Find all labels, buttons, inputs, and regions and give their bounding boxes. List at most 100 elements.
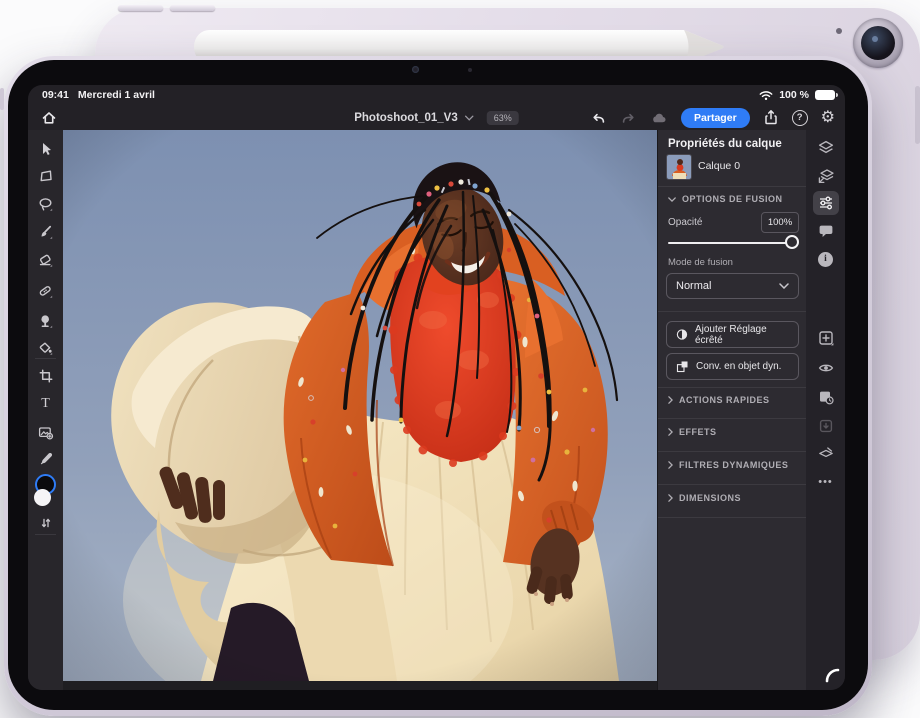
chevron-down-icon (465, 115, 474, 121)
blend-mode-label: Mode de fusion (668, 257, 733, 268)
opacity-slider-track[interactable] (668, 242, 797, 244)
canvas-area[interactable] (63, 130, 657, 690)
section-quick-actions[interactable]: ACTIONS RAPIDES (668, 395, 770, 405)
layer-name[interactable]: Calque 0 (698, 160, 740, 172)
redo-icon[interactable] (620, 110, 637, 126)
cloud-sync-icon[interactable] (650, 110, 668, 126)
wifi-icon (759, 90, 773, 101)
flatten-icon (817, 444, 835, 462)
info-button[interactable]: i (813, 247, 839, 271)
canvas-photo[interactable] (63, 130, 657, 681)
tool-divider (35, 358, 56, 359)
blend-options-header[interactable]: OPTIONS DE FUSION (668, 194, 783, 204)
add-adjustment-label: Ajouter Réglage écrêté (695, 324, 789, 346)
tool-move[interactable] (34, 137, 58, 161)
brush-tool-icon (37, 224, 54, 241)
visibility-button[interactable] (813, 356, 839, 380)
flatten-button[interactable] (813, 441, 839, 465)
swap-colors-icon (39, 516, 53, 530)
zoom-level-badge[interactable]: 63% (487, 111, 519, 125)
tool-brush[interactable] (34, 220, 58, 244)
tool-place-photo[interactable] (34, 420, 58, 444)
panel-divider (658, 484, 807, 485)
panel-title: Propriétés du calque (668, 138, 782, 150)
help-button[interactable]: ? (792, 110, 808, 126)
more-options-button[interactable]: ••• (813, 470, 839, 494)
layer-row[interactable] (666, 154, 692, 180)
tool-type[interactable]: T (34, 392, 58, 416)
tool-fill[interactable] (34, 336, 58, 360)
layer-thumbnail (666, 154, 692, 180)
status-bar: 09:41 Mercredi 1 avril 100 % (28, 85, 845, 105)
move-tool-icon (38, 141, 54, 157)
comment-bubble-icon (817, 222, 835, 240)
back-camera-lens (861, 26, 895, 60)
add-clipped-adjustment-button[interactable]: Ajouter Réglage écrêté (666, 321, 799, 348)
masked-layer-icon (817, 388, 835, 406)
layers-icon (817, 139, 835, 157)
chevron-right-icon (668, 428, 673, 436)
section-dimensions[interactable]: DIMENSIONS (668, 493, 741, 503)
lasso-tool-icon (37, 196, 54, 213)
opacity-slider-knob[interactable] (785, 235, 799, 249)
date: Mercredi 1 avril (78, 89, 155, 101)
blend-mode-value: Normal (676, 280, 711, 292)
tool-divider (35, 534, 56, 535)
properties-sliders-icon (817, 194, 835, 212)
chevron-right-icon (668, 396, 673, 404)
background-color-swatch[interactable] (34, 489, 51, 506)
chevron-down-icon (668, 197, 676, 202)
healing-brush-tool-icon (37, 283, 54, 300)
eye-icon (817, 359, 835, 377)
fill-tool-icon (37, 340, 54, 357)
battery-icon (815, 90, 835, 100)
back-volume-button-1 (118, 5, 163, 11)
chevron-right-icon (668, 461, 673, 469)
document-title-group[interactable]: Photoshoot_01_V3 63% (354, 105, 519, 130)
section-effects[interactable]: EFFETS (668, 427, 717, 437)
tool-transform[interactable] (34, 164, 58, 188)
blend-options-label: OPTIONS DE FUSION (682, 194, 783, 204)
export-layers-button[interactable] (813, 164, 839, 188)
tool-eraser[interactable] (34, 248, 58, 272)
document-title[interactable]: Photoshoot_01_V3 (354, 112, 458, 124)
section-label: DIMENSIONS (679, 493, 741, 503)
import-square-icon (817, 417, 835, 435)
convert-smart-object-button[interactable]: Conv. en objet dyn. (666, 353, 799, 380)
tool-crop[interactable] (34, 364, 58, 388)
section-dynamic-filters[interactable]: FILTRES DYNAMIQUES (668, 460, 788, 470)
home-button[interactable] (37, 106, 61, 130)
tool-clone-stamp[interactable] (34, 309, 58, 333)
crop-tool-icon (38, 368, 54, 384)
masked-layer-button[interactable] (813, 385, 839, 409)
front-camera-icon (412, 66, 419, 73)
properties-button-selected[interactable] (813, 191, 839, 215)
back-camera-glint (872, 36, 878, 42)
export-icon[interactable] (763, 109, 779, 126)
app-screen: 09:41 Mercredi 1 avril 100 % (28, 85, 845, 690)
tool-healing-brush[interactable] (34, 279, 58, 303)
add-layer-button[interactable] (813, 326, 839, 350)
settings-gear-icon[interactable]: ⚙ (821, 110, 835, 126)
share-button[interactable]: Partager (681, 108, 750, 128)
tool-eyedropper[interactable] (34, 447, 58, 471)
left-tool-sidebar: T (28, 130, 64, 690)
transform-tool-icon (38, 168, 54, 184)
opacity-label: Opacité (668, 217, 702, 228)
place-photo-tool-icon (37, 424, 54, 441)
tool-lasso[interactable] (34, 192, 58, 216)
blend-mode-dropdown[interactable]: Normal (666, 273, 799, 299)
import-button-disabled[interactable] (813, 414, 839, 438)
home-icon (41, 110, 57, 126)
color-swap-button[interactable] (34, 511, 58, 535)
panel-divider (658, 311, 807, 312)
front-sensor-dot (468, 68, 472, 72)
opacity-value-box[interactable]: 100% (761, 212, 799, 233)
clock: 09:41 (42, 89, 69, 101)
back-side-button (915, 86, 920, 144)
chevron-down-icon (779, 283, 789, 289)
back-volume-button-2 (170, 5, 215, 11)
undo-icon[interactable] (590, 110, 607, 126)
comments-button[interactable] (813, 219, 839, 243)
layers-button[interactable] (813, 136, 839, 160)
